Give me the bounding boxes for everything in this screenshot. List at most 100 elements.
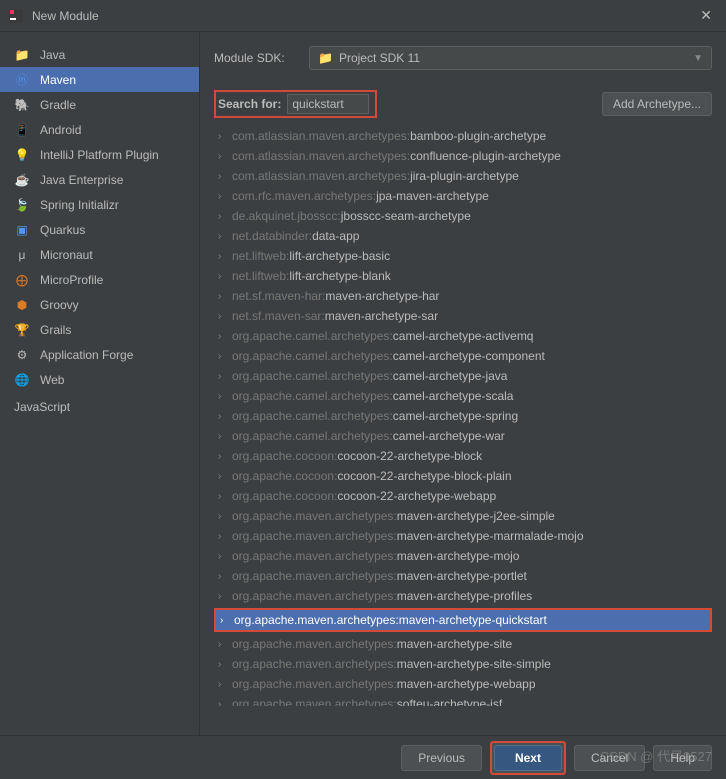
sdk-select[interactable]: 📁 Project SDK 11 ▼ [309, 46, 712, 70]
archetype-group: com.atlassian.maven.archetypes: [232, 149, 410, 163]
sidebar-item-java-enterprise[interactable]: ☕Java Enterprise [0, 167, 199, 192]
archetype-row[interactable]: ›org.apache.camel.archetypes:camel-arche… [214, 366, 712, 386]
archetype-row[interactable]: ›org.apache.cocoon:cocoon-22-archetype-b… [214, 466, 712, 486]
chevron-right-icon: › [218, 151, 232, 162]
archetype-row[interactable]: ›com.rfc.maven.archetypes:jpa-maven-arch… [214, 186, 712, 206]
archetype-row[interactable]: ›net.liftweb:lift-archetype-basic [214, 246, 712, 266]
chevron-right-icon: › [218, 531, 232, 542]
sidebar-item-groovy[interactable]: ⬢Groovy [0, 292, 199, 317]
chevron-right-icon: › [218, 491, 232, 502]
archetype-artifact: jira-plugin-archetype [410, 169, 519, 183]
sidebar-item-web[interactable]: 🌐Web [0, 367, 199, 392]
archetype-tree[interactable]: ›com.atlassian.maven.archetypes:bamboo-p… [214, 126, 712, 706]
archetype-row[interactable]: ›org.apache.maven.archetypes:maven-arche… [214, 586, 712, 606]
search-highlight: Search for: [214, 90, 377, 118]
archetype-row[interactable]: ›com.atlassian.maven.archetypes:jira-plu… [214, 166, 712, 186]
archetype-artifact: data-app [312, 229, 359, 243]
close-icon[interactable]: ✕ [694, 7, 718, 24]
archetype-row[interactable]: ›com.atlassian.maven.archetypes:confluen… [214, 146, 712, 166]
archetype-row[interactable]: ›org.apache.camel.archetypes:camel-arche… [214, 326, 712, 346]
archetype-group: org.apache.camel.archetypes: [232, 369, 393, 383]
archetype-group: org.apache.maven.archetypes: [232, 589, 397, 603]
archetype-row[interactable]: ›org.apache.maven.archetypes:maven-arche… [216, 610, 710, 630]
archetype-artifact: maven-archetype-quickstart [399, 613, 547, 627]
archetype-row[interactable]: ›org.apache.maven.archetypes:maven-arche… [214, 674, 712, 694]
chevron-right-icon: › [218, 251, 232, 262]
archetype-artifact: lift-archetype-basic [289, 249, 390, 263]
sidebar-item-label: IntelliJ Platform Plugin [40, 148, 159, 162]
archetype-artifact: camel-archetype-java [393, 369, 508, 383]
chevron-right-icon: › [218, 431, 232, 442]
archetype-row[interactable]: ›de.akquinet.jbosscc:jbosscc-seam-archet… [214, 206, 712, 226]
archetype-artifact: maven-archetype-portlet [397, 569, 527, 583]
archetype-row[interactable]: ›org.apache.camel.archetypes:camel-arche… [214, 406, 712, 426]
archetype-group: net.liftweb: [232, 269, 289, 283]
chevron-right-icon: › [218, 571, 232, 582]
archetype-row[interactable]: ›net.liftweb:lift-archetype-blank [214, 266, 712, 286]
sidebar-item-application-forge[interactable]: ⚙Application Forge [0, 342, 199, 367]
selected-archetype-highlight: ›org.apache.maven.archetypes:maven-arche… [214, 608, 712, 632]
previous-button[interactable]: Previous [401, 745, 482, 771]
archetype-row[interactable]: ›org.apache.maven.archetypes:maven-arche… [214, 634, 712, 654]
sidebar-item-label: Micronaut [40, 248, 93, 262]
sidebar-item-java[interactable]: 📁Java [0, 42, 199, 67]
sidebar-item-label: Android [40, 123, 81, 137]
archetype-row[interactable]: ›org.apache.camel.archetypes:camel-arche… [214, 386, 712, 406]
add-archetype-button[interactable]: Add Archetype... [602, 92, 712, 116]
archetype-artifact: maven-archetype-j2ee-simple [397, 509, 555, 523]
sidebar: 📁JavaⓜMaven🐘Gradle📱Android💡IntelliJ Plat… [0, 32, 200, 735]
sidebar-item-intellij-platform-plugin[interactable]: 💡IntelliJ Platform Plugin [0, 142, 199, 167]
archetype-row[interactable]: ›org.apache.camel.archetypes:camel-arche… [214, 346, 712, 366]
archetype-group: com.rfc.maven.archetypes: [232, 189, 376, 203]
archetype-artifact: jpa-maven-archetype [376, 189, 489, 203]
archetype-artifact: maven-archetype-webapp [397, 677, 536, 691]
archetype-row[interactable]: ›org.apache.maven.archetypes:maven-arche… [214, 654, 712, 674]
spring-initializr-icon: 🍃 [14, 197, 30, 213]
chevron-right-icon: › [218, 371, 232, 382]
archetype-row[interactable]: ›org.apache.cocoon:cocoon-22-archetype-b… [214, 446, 712, 466]
sidebar-item-microprofile[interactable]: ⨁MicroProfile [0, 267, 199, 292]
sidebar-item-quarkus[interactable]: ▣Quarkus [0, 217, 199, 242]
search-input[interactable] [287, 94, 369, 114]
archetype-group: org.apache.camel.archetypes: [232, 349, 393, 363]
sidebar-item-javascript[interactable]: JavaScript [0, 392, 199, 422]
sidebar-item-android[interactable]: 📱Android [0, 117, 199, 142]
archetype-group: org.apache.cocoon: [232, 449, 337, 463]
archetype-group: com.atlassian.maven.archetypes: [232, 129, 410, 143]
chevron-right-icon: › [218, 471, 232, 482]
sidebar-item-gradle[interactable]: 🐘Gradle [0, 92, 199, 117]
chevron-right-icon: › [218, 511, 232, 522]
help-button[interactable]: Help [653, 745, 712, 771]
archetype-group: org.apache.camel.archetypes: [232, 389, 393, 403]
archetype-row[interactable]: ›net.sf.maven-sar:maven-archetype-sar [214, 306, 712, 326]
quarkus-icon: ▣ [14, 222, 30, 238]
archetype-row[interactable]: ›org.apache.camel.archetypes:camel-arche… [214, 426, 712, 446]
archetype-group: org.apache.camel.archetypes: [232, 409, 393, 423]
archetype-artifact: camel-archetype-activemq [393, 329, 534, 343]
next-button[interactable]: Next [494, 745, 562, 771]
archetype-group: org.apache.maven.archetypes: [232, 637, 397, 651]
archetype-row[interactable]: ›org.apache.maven.archetypes:softeu-arch… [214, 694, 712, 706]
cancel-button[interactable]: Cancel [574, 745, 645, 771]
sidebar-item-label: Grails [40, 323, 71, 337]
sidebar-item-spring-initializr[interactable]: 🍃Spring Initializr [0, 192, 199, 217]
archetype-row[interactable]: ›org.apache.maven.archetypes:maven-arche… [214, 566, 712, 586]
archetype-row[interactable]: ›com.atlassian.maven.archetypes:bamboo-p… [214, 126, 712, 146]
archetype-row[interactable]: ›net.sf.maven-har:maven-archetype-har [214, 286, 712, 306]
archetype-row[interactable]: ›org.apache.maven.archetypes:maven-arche… [214, 526, 712, 546]
archetype-row[interactable]: ›net.databinder:data-app [214, 226, 712, 246]
archetype-group: org.apache.maven.archetypes: [232, 529, 397, 543]
archetype-artifact: bamboo-plugin-archetype [410, 129, 546, 143]
archetype-artifact: maven-archetype-profiles [397, 589, 532, 603]
sidebar-item-maven[interactable]: ⓜMaven [0, 67, 199, 92]
sdk-label: Module SDK: [214, 51, 309, 65]
archetype-row[interactable]: ›org.apache.cocoon:cocoon-22-archetype-w… [214, 486, 712, 506]
archetype-artifact: maven-archetype-mojo [397, 549, 520, 563]
sidebar-item-grails[interactable]: 🏆Grails [0, 317, 199, 342]
sidebar-item-micronaut[interactable]: μMicronaut [0, 242, 199, 267]
archetype-artifact: lift-archetype-blank [289, 269, 390, 283]
archetype-row[interactable]: ›org.apache.maven.archetypes:maven-arche… [214, 546, 712, 566]
archetype-row[interactable]: ›org.apache.maven.archetypes:maven-arche… [214, 506, 712, 526]
sidebar-item-label: Groovy [40, 298, 79, 312]
archetype-group: net.sf.maven-har: [232, 289, 325, 303]
